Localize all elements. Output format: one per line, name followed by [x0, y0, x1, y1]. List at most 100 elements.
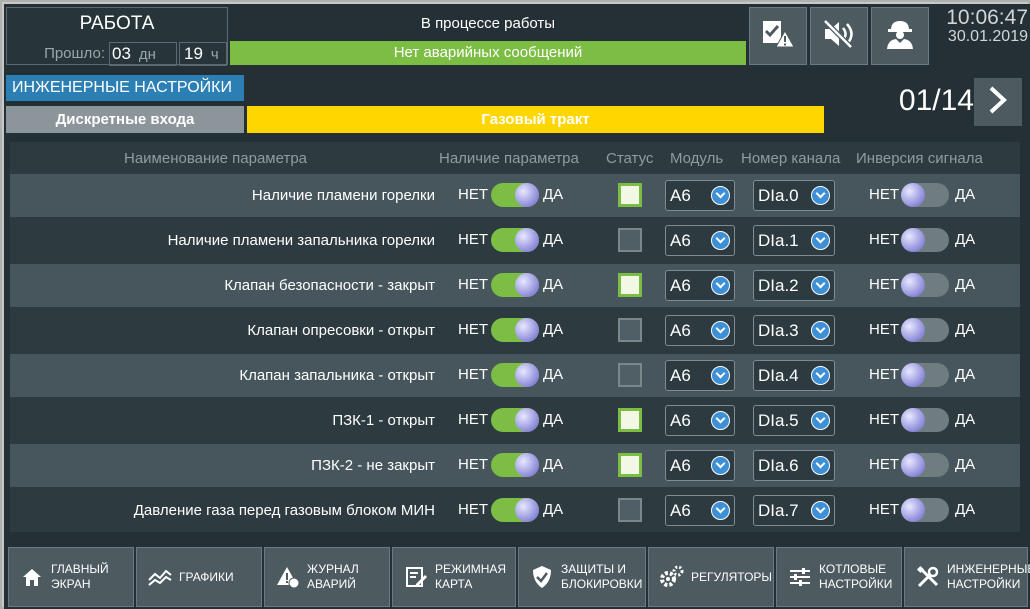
module-value: A6 — [670, 276, 691, 295]
channel-select[interactable]: DIa.1 — [753, 225, 835, 256]
presence-toggle[interactable] — [491, 318, 539, 342]
inversion-yes-label: ДА — [955, 501, 976, 518]
presence-toggle[interactable] — [491, 498, 539, 522]
presence-toggle[interactable] — [491, 228, 539, 252]
clock-date: 30.01.2019 — [947, 28, 1028, 45]
channel-select[interactable]: DIa.2 — [753, 270, 835, 301]
presence-toggle[interactable] — [491, 453, 539, 477]
toggle-knob — [515, 453, 539, 477]
module-select[interactable]: A6 — [665, 450, 735, 481]
inversion-toggle[interactable] — [901, 453, 949, 477]
nav-button-gears[interactable]: РЕГУЛЯТОРЫ — [648, 547, 774, 607]
channel-select[interactable]: DIa.5 — [753, 405, 835, 436]
nav-button-mode-map[interactable]: РЕЖИМНАЯ КАРТА — [392, 547, 516, 607]
presence-yes-label: ДА — [543, 501, 564, 518]
nav-button-tools[interactable]: ИНЖЕНЕРНЫЕ НАСТРОЙКИ — [904, 547, 1030, 607]
channel-select[interactable]: DIa.0 — [753, 180, 835, 211]
module-select[interactable]: A6 — [665, 405, 735, 436]
inversion-toggle[interactable] — [901, 228, 949, 252]
channel-value: DIa.4 — [758, 366, 799, 385]
nav-button-label: ИНЖЕНЕРНЫЕ НАСТРОЙКИ — [947, 562, 1030, 591]
mode-map-icon — [403, 564, 429, 590]
operator-button[interactable] — [871, 7, 929, 65]
toggle-knob — [901, 453, 925, 477]
toggle-knob — [515, 498, 539, 522]
status-indicator — [618, 183, 642, 207]
days-unit: дн — [138, 46, 156, 63]
inversion-no-label: НЕТ — [869, 321, 899, 338]
subtab-discrete-inputs[interactable]: Дискретные входа — [6, 106, 244, 133]
presence-yes-label: ДА — [543, 276, 564, 293]
presence-yes-label: ДА — [543, 186, 564, 203]
presence-yes-label: ДА — [543, 231, 564, 248]
presence-yes-label: ДА — [543, 411, 564, 428]
toggle-knob — [901, 318, 925, 342]
chevron-down-icon — [811, 411, 830, 430]
module-value: A6 — [670, 321, 691, 340]
nav-button-label: ГЛАВНЫЙ ЭКРАН — [51, 562, 109, 591]
channel-select[interactable]: DIa.4 — [753, 360, 835, 391]
inversion-toggle[interactable] — [901, 318, 949, 342]
inversion-toggle[interactable] — [901, 498, 949, 522]
status-indicator — [618, 498, 642, 522]
module-select[interactable]: A6 — [665, 180, 735, 211]
hours-value: 19 — [184, 44, 203, 63]
nav-button-chart[interactable]: ГРАФИКИ — [136, 547, 262, 607]
inversion-toggle[interactable] — [901, 183, 949, 207]
channel-value: DIa.3 — [758, 321, 799, 340]
gears-icon — [659, 564, 685, 590]
presence-toggle[interactable] — [491, 408, 539, 432]
nav-button-shield[interactable]: ЗАЩИТЫ И БЛОКИРОВКИ — [518, 547, 646, 607]
presence-toggle[interactable] — [491, 363, 539, 387]
toggle-knob — [515, 363, 539, 387]
nav-button-home[interactable]: ГЛАВНЫЙ ЭКРАН — [8, 547, 134, 607]
inversion-yes-label: ДА — [955, 411, 976, 428]
page-number: 01/14 — [898, 84, 974, 117]
channel-select[interactable]: DIa.7 — [753, 495, 835, 526]
table-row: Клапан запальника - открыт НЕТ ДА A6 DIa.4 НЕ… — [10, 354, 1020, 397]
module-select[interactable]: A6 — [665, 315, 735, 346]
presence-no-label: НЕТ — [458, 366, 488, 383]
inversion-no-label: НЕТ — [869, 276, 899, 293]
presence-toggle[interactable] — [491, 273, 539, 297]
inversion-toggle[interactable] — [901, 363, 949, 387]
chevron-down-icon — [711, 321, 730, 340]
param-name: ПЗК-2 - не закрыт — [311, 457, 435, 474]
channel-value: DIa.0 — [758, 186, 799, 205]
presence-no-label: НЕТ — [458, 501, 488, 518]
table-row: Давление газа перед газовым блоком МИН НЕ… — [10, 489, 1020, 532]
section-title: ИНЖЕНЕРНЫЕ НАСТРОЙКИ — [6, 75, 244, 101]
inversion-toggle[interactable] — [901, 273, 949, 297]
module-select[interactable]: A6 — [665, 270, 735, 301]
nav-button-alarm-log[interactable]: ЖУРНАЛ АВАРИЙ — [264, 547, 390, 607]
chevron-down-icon — [811, 231, 830, 250]
module-select[interactable]: A6 — [665, 360, 735, 391]
inversion-yes-label: ДА — [955, 276, 976, 293]
inversion-yes-label: ДА — [955, 366, 976, 383]
alarm-ack-button[interactable] — [749, 7, 807, 65]
shield-icon — [529, 564, 555, 590]
module-select[interactable]: A6 — [665, 495, 735, 526]
table-row: ПЗК-2 - не закрыт НЕТ ДА A6 DIa.6 НЕТ ДА — [10, 444, 1020, 487]
next-page-button[interactable] — [974, 78, 1022, 126]
nav-button-sliders[interactable]: КОТЛОВЫЕ НАСТРОЙКИ — [776, 547, 902, 607]
presence-no-label: НЕТ — [458, 276, 488, 293]
presence-no-label: НЕТ — [458, 411, 488, 428]
sound-mute-icon — [822, 18, 856, 54]
inversion-toggle[interactable] — [901, 408, 949, 432]
table-row: ПЗК-1 - открыт НЕТ ДА A6 DIa.5 НЕТ ДА — [10, 399, 1020, 442]
channel-value: DIa.5 — [758, 411, 799, 430]
channel-select[interactable]: DIa.3 — [753, 315, 835, 346]
status-indicator — [618, 453, 642, 477]
inversion-no-label: НЕТ — [869, 231, 899, 248]
module-select[interactable]: A6 — [665, 225, 735, 256]
channel-select[interactable]: DIa.6 — [753, 450, 835, 481]
sound-mute-button[interactable] — [810, 7, 868, 65]
chevron-down-icon — [811, 321, 830, 340]
alarm-log-icon — [275, 564, 301, 590]
chevron-down-icon — [811, 186, 830, 205]
header-module: Модуль — [670, 150, 724, 167]
module-value: A6 — [670, 456, 691, 475]
chevron-right-icon — [987, 85, 1009, 120]
presence-toggle[interactable] — [491, 183, 539, 207]
